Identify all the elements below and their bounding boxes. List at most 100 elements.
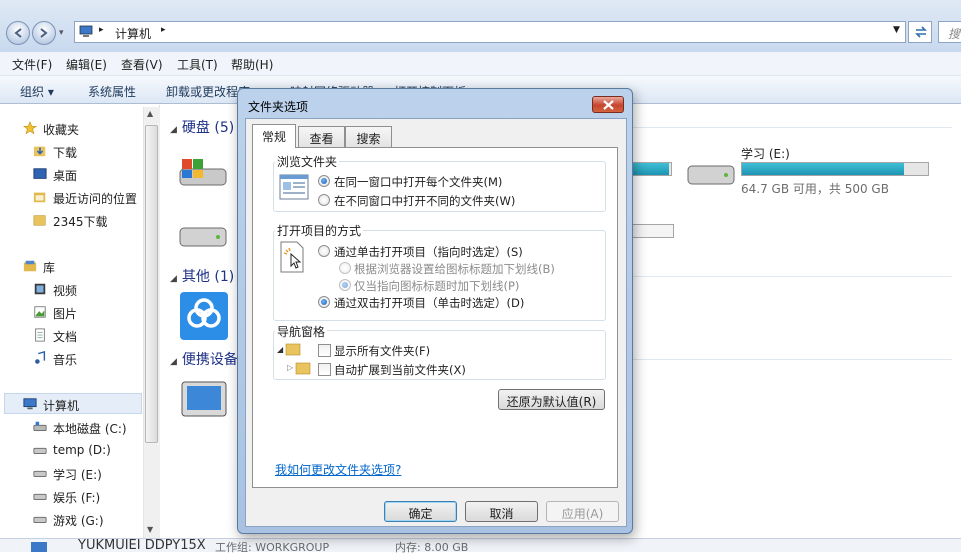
portable-device-icon[interactable] (180, 380, 230, 422)
radio-double-click-label[interactable]: 通过双击打开项目（单击时选定）(D) (334, 295, 524, 311)
computer-icon (79, 25, 93, 37)
menu-help[interactable]: 帮助(H) (231, 56, 273, 73)
group-other-label: 其他 (1) (181, 269, 235, 285)
radio-single-click-label[interactable]: 通过单击打开项目（指向时选定）(S) (334, 244, 523, 260)
general-tab-panel: 浏览文件夹 在同一窗口中打开每个文件夹(M) 在不同窗口中打开不同的文件夹(W)… (252, 147, 618, 488)
folder-icon (285, 343, 301, 356)
apply-button[interactable]: 应用(A) (546, 501, 619, 522)
pictures-icon (34, 306, 46, 318)
nav-favorites[interactable]: 收藏夹 (0, 118, 142, 138)
nav-recent-label: 最近访问的位置 (53, 192, 138, 206)
radio-new-window[interactable] (318, 194, 330, 206)
back-button[interactable] (6, 21, 30, 45)
nav-documents[interactable]: 文档 (0, 325, 142, 345)
status-bar: YUKMUIEI DDPY15X 工作组: WORKGROUP 内存: 8.00… (0, 538, 961, 554)
nav-drive-f[interactable]: 娱乐 (F:) (0, 486, 142, 506)
nav-downloads[interactable]: 下载 (0, 141, 142, 161)
star-icon (23, 121, 37, 135)
nav-2345-label: 2345下载 (53, 215, 108, 229)
nav-music[interactable]: 音乐 (0, 348, 142, 368)
menu-view[interactable]: 查看(V) (121, 56, 163, 73)
ok-button[interactable]: 确定 (384, 501, 457, 522)
collapse-icon[interactable]: ◢ (170, 357, 177, 367)
radio-underline-browser[interactable] (339, 262, 351, 274)
radio-single-click[interactable] (318, 245, 330, 257)
windows-drive-icon[interactable] (178, 155, 230, 191)
browse-folders-title: 浏览文件夹 (275, 153, 340, 170)
scroll-up-icon[interactable]: ▲ (147, 109, 153, 118)
radio-new-window-label[interactable]: 在不同窗口中打开不同的文件夹(W) (334, 193, 515, 209)
dialog-title: 文件夹选项 (248, 100, 309, 114)
refresh-button[interactable] (908, 21, 932, 43)
dialog-body: 常规 查看 搜索 浏览文件夹 在同一窗口中打开每个文件夹(M) 在不同窗口中打开… (245, 118, 627, 527)
tab-general[interactable]: 常规 (252, 124, 296, 148)
checkbox-auto-expand-label[interactable]: 自动扩展到当前文件夹(X) (334, 362, 466, 378)
drive-icon (33, 493, 47, 500)
refresh-icon (915, 26, 927, 38)
nav-scrollbar-thumb[interactable] (145, 125, 158, 443)
nav-drive-d[interactable]: temp (D:) (0, 440, 142, 460)
drive-icon (33, 447, 47, 454)
drive-icon (33, 470, 47, 477)
group-other[interactable]: ◢ 其他 (1) (170, 266, 234, 286)
checkbox-auto-expand[interactable] (318, 363, 331, 376)
restore-defaults-button[interactable]: 还原为默认值(R) (498, 389, 605, 410)
dialog-close-button[interactable] (592, 96, 624, 113)
nav-recent[interactable]: 最近访问的位置 (0, 187, 142, 207)
windows-drive-icon (33, 421, 47, 431)
address-separator-icon-2[interactable]: ▸ (161, 25, 166, 35)
radio-same-window-label[interactable]: 在同一窗口中打开每个文件夹(M) (334, 174, 502, 190)
drive-icon[interactable] (178, 222, 230, 252)
nav-libraries[interactable]: 库 (0, 256, 142, 276)
radio-underline-point[interactable] (339, 279, 351, 291)
drive-e-name[interactable]: 学习 (E:) (741, 145, 790, 162)
checkbox-show-all-folders-label[interactable]: 显示所有文件夹(F) (334, 343, 430, 359)
menu-edit[interactable]: 编辑(E) (66, 56, 107, 73)
nav-2345-download[interactable]: 2345下载 (0, 210, 142, 230)
expanded-triangle-icon: ◢ (277, 345, 284, 354)
address-separator-icon[interactable]: ▸ (99, 25, 104, 35)
nav-videos-label: 视频 (53, 284, 78, 298)
drive-usage-bar-partial (632, 162, 672, 176)
browse-folders-icon (279, 174, 309, 200)
address-crumb-computer[interactable]: 计算机 (115, 25, 151, 42)
help-link[interactable]: 我如何更改文件夹选项? (275, 461, 401, 478)
nav-drive-g[interactable]: 游戏 (G:) (0, 509, 142, 529)
radio-double-click[interactable] (318, 296, 330, 308)
drive-e-usage-fill (742, 163, 904, 175)
nav-drive-e[interactable]: 学习 (E:) (0, 463, 142, 483)
search-input[interactable]: 搜 (938, 21, 961, 43)
radio-underline-browser-label[interactable]: 根据浏览器设置给图标标题加下划线(B) (354, 261, 555, 277)
radio-same-window[interactable] (318, 175, 330, 187)
forward-arrow-icon (40, 28, 48, 38)
scroll-down-icon[interactable]: ▼ (147, 525, 153, 534)
organize-button[interactable]: 组织 ▾ (20, 83, 54, 100)
tab-search[interactable]: 搜索 (345, 126, 392, 147)
tab-view[interactable]: 查看 (298, 126, 345, 147)
menu-tools[interactable]: 工具(T) (177, 56, 218, 73)
collapse-icon[interactable]: ◢ (170, 125, 177, 135)
group-portable-devices[interactable]: ◢ 便携设备 (170, 349, 238, 369)
history-dropdown-icon[interactable]: ▾ (59, 28, 64, 38)
drive-icon (33, 516, 47, 523)
nav-favorites-label: 收藏夹 (43, 123, 80, 137)
radio-underline-point-label[interactable]: 仅当指向图标标题时加下划线(P) (354, 278, 519, 294)
address-dropdown-icon[interactable]: ▼ (893, 25, 900, 35)
nav-pictures[interactable]: 图片 (0, 302, 142, 322)
nav-computer[interactable]: 计算机 (0, 394, 142, 414)
checkbox-show-all-folders[interactable] (318, 344, 331, 357)
system-properties-button[interactable]: 系统属性 (88, 83, 136, 100)
desktop-icon (33, 168, 47, 179)
menu-file[interactable]: 文件(F) (12, 56, 52, 73)
collapse-icon[interactable]: ◢ (170, 274, 177, 284)
address-bar[interactable]: ▸ 计算机 ▸ ▼ (74, 21, 906, 43)
baidu-cloud-icon[interactable] (180, 292, 228, 340)
nav-desktop[interactable]: 桌面 (0, 164, 142, 184)
nav-documents-label: 文档 (53, 330, 78, 344)
drive-e-icon[interactable] (686, 160, 738, 190)
nav-drive-c[interactable]: 本地磁盘 (C:) (0, 417, 142, 437)
group-hard-disks[interactable]: ◢ 硬盘 (5) (170, 117, 234, 137)
cancel-button[interactable]: 取消 (465, 501, 538, 522)
nav-videos[interactable]: 视频 (0, 279, 142, 299)
forward-button[interactable] (32, 21, 56, 45)
